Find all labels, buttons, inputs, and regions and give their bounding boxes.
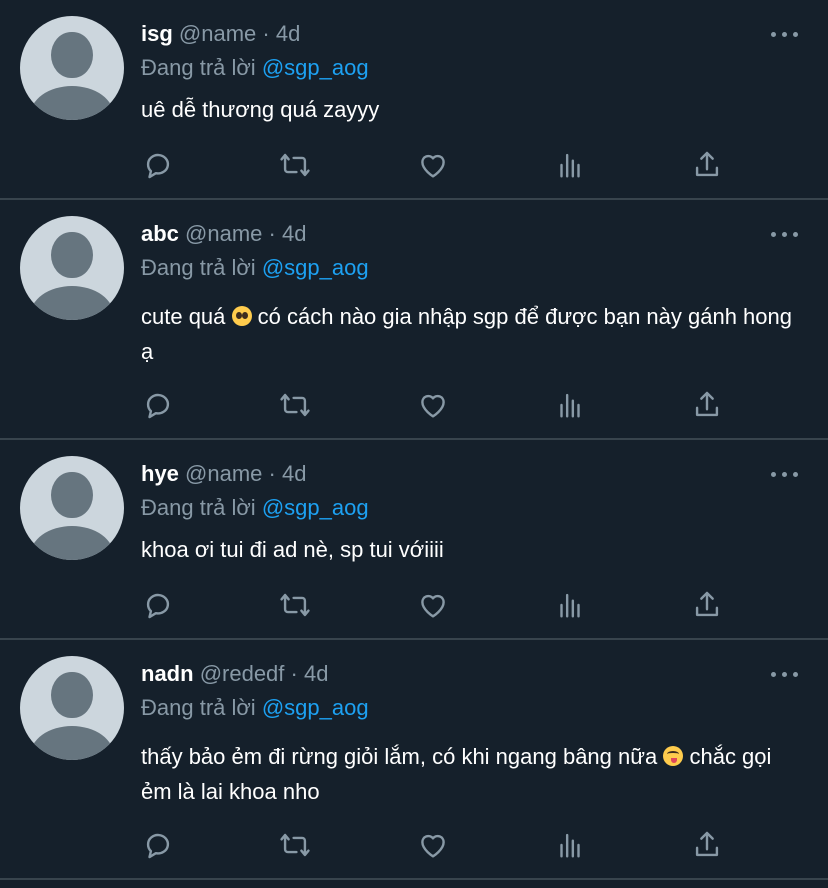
like-icon[interactable] (416, 588, 450, 622)
tweet[interactable]: hye @name · 4d Đang trả lời @sgp_aog kho… (0, 440, 828, 638)
more-options-icon[interactable] (771, 224, 801, 244)
author-handle[interactable]: @rededf (200, 661, 285, 686)
tweet-text-line: khoa ơi tui đi ad nè, sp tui vớiiii (141, 537, 444, 562)
reply-icon[interactable] (141, 148, 175, 182)
like-icon[interactable] (416, 388, 450, 422)
retweet-icon[interactable] (278, 148, 312, 182)
timestamp[interactable]: 4d (282, 221, 306, 246)
retweet-icon[interactable] (278, 588, 312, 622)
author-handle[interactable]: @name (185, 461, 262, 486)
share-icon[interactable] (690, 828, 724, 862)
author-name[interactable]: abc (141, 221, 179, 246)
reply-icon[interactable] (141, 588, 175, 622)
timestamp[interactable]: 4d (304, 661, 328, 686)
more-options-icon[interactable] (771, 24, 801, 44)
separator-dot: · (262, 21, 270, 46)
tweet-text: khoa ơi tui đi ad nè, sp tui vớiiii (141, 532, 801, 567)
tweet[interactable]: isg @name · 4d Đang trả lời @sgp_aog uê … (0, 0, 828, 198)
author-name[interactable]: hye (141, 461, 179, 486)
like-icon[interactable] (416, 148, 450, 182)
share-icon[interactable] (690, 148, 724, 182)
reply-mention-link[interactable]: @sgp_aog (262, 255, 369, 280)
reply-icon[interactable] (141, 388, 175, 422)
tweet[interactable]: abc @name · 4d Đang trả lời @sgp_aog cut… (0, 200, 828, 438)
retweet-icon[interactable] (278, 828, 312, 862)
tweet-text-line: thấy bảo ẻm đi rừng giỏi lắm, có khi nga… (141, 744, 658, 769)
tweet-text-line: uê dễ thương quá zayyy (141, 97, 380, 122)
analytics-icon[interactable] (553, 588, 587, 622)
tweet-header: isg @name · 4d (141, 21, 300, 47)
reply-prefix: Đang trả lời (141, 255, 256, 280)
tweet-header: abc @name · 4d (141, 221, 306, 247)
like-icon[interactable] (416, 828, 450, 862)
tweet-actions (141, 148, 741, 182)
tweet-divider (0, 878, 828, 880)
analytics-icon[interactable] (553, 148, 587, 182)
tweet-actions (141, 388, 741, 422)
more-options-icon[interactable] (771, 464, 801, 484)
tweet-actions (141, 828, 741, 862)
tweet-text: cute quá có cách nào gia nhập sgp để đượ… (141, 299, 801, 369)
reply-icon[interactable] (141, 828, 175, 862)
reply-mention-link[interactable]: @sgp_aog (262, 695, 369, 720)
tweet-text: uê dễ thương quá zayyy (141, 92, 801, 127)
reply-context: Đang trả lời @sgp_aog (141, 495, 369, 521)
share-icon[interactable] (690, 588, 724, 622)
separator-dot: · (290, 661, 298, 686)
tweet-actions (141, 588, 741, 622)
tweet[interactable]: nadn @rededf · 4d Đang trả lời @sgp_aog … (0, 640, 828, 878)
face-savoring-food-emoji (663, 746, 684, 766)
author-handle[interactable]: @name (179, 21, 256, 46)
pleading-face-emoji (231, 306, 252, 326)
avatar[interactable] (20, 216, 124, 320)
author-name[interactable]: nadn (141, 661, 194, 686)
author-handle[interactable]: @name (185, 221, 262, 246)
reply-context: Đang trả lời @sgp_aog (141, 255, 369, 281)
analytics-icon[interactable] (553, 388, 587, 422)
reply-prefix: Đang trả lời (141, 495, 256, 520)
reply-prefix: Đang trả lời (141, 695, 256, 720)
separator-dot: · (268, 221, 276, 246)
reply-context: Đang trả lời @sgp_aog (141, 55, 369, 81)
retweet-icon[interactable] (278, 388, 312, 422)
reply-context: Đang trả lời @sgp_aog (141, 695, 369, 721)
tweet-header: nadn @rededf · 4d (141, 661, 328, 687)
tweet-header: hye @name · 4d (141, 461, 306, 487)
reply-mention-link[interactable]: @sgp_aog (262, 495, 369, 520)
separator-dot: · (268, 461, 276, 486)
tweet-text: thấy bảo ẻm đi rừng giỏi lắm, có khi nga… (141, 739, 801, 809)
avatar[interactable] (20, 656, 124, 760)
author-name[interactable]: isg (141, 21, 173, 46)
timestamp[interactable]: 4d (282, 461, 306, 486)
tweet-text-line: cute quá (141, 304, 226, 329)
more-options-icon[interactable] (771, 664, 801, 684)
reply-mention-link[interactable]: @sgp_aog (262, 55, 369, 80)
reply-prefix: Đang trả lời (141, 55, 256, 80)
analytics-icon[interactable] (553, 828, 587, 862)
share-icon[interactable] (690, 388, 724, 422)
avatar[interactable] (20, 456, 124, 560)
timestamp[interactable]: 4d (276, 21, 300, 46)
avatar[interactable] (20, 16, 124, 120)
